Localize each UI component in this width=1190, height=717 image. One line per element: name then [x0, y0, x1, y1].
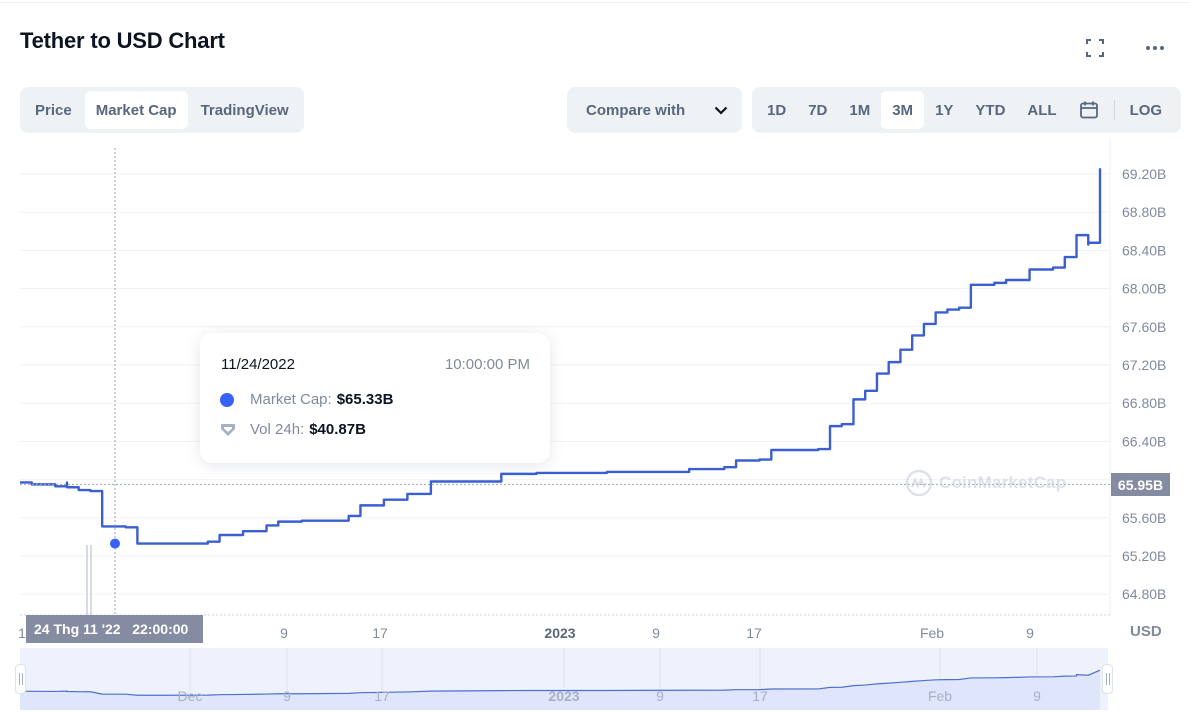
range-3m[interactable]: 3M	[881, 91, 925, 129]
x-tick-label: 1	[18, 625, 26, 641]
navigator-tick-label: 17	[374, 688, 390, 704]
range-1m[interactable]: 1M	[838, 91, 881, 129]
market-cap-dot-icon	[220, 392, 234, 407]
x-tick-label: 17	[372, 625, 388, 641]
tooltip-market-cap-value: $65.33B	[336, 391, 394, 408]
navigator-left-handle[interactable]	[15, 664, 26, 694]
range-1y[interactable]: 1Y	[924, 91, 964, 129]
fullscreen-button[interactable]	[1081, 34, 1109, 62]
time-range-selector: 1D 7D 1M 3M 1Y YTD ALL LOG	[752, 87, 1181, 133]
volume-bar	[86, 545, 88, 615]
chart-type-tabs: Price Market Cap TradingView	[20, 87, 304, 133]
y-tick-label: 69.20B	[1122, 166, 1166, 182]
calendar-icon	[1079, 101, 1098, 119]
date-range-button[interactable]	[1068, 91, 1110, 129]
watermark-text: CoinMarketCap	[939, 473, 1067, 492]
fullscreen-icon	[1086, 39, 1104, 57]
navigator-tick-label: 9	[283, 688, 291, 704]
y-tick-label: 67.20B	[1122, 357, 1166, 373]
y-tick-label: 68.80B	[1122, 204, 1166, 220]
y-tick-label: 64.80B	[1122, 586, 1166, 602]
y-tick-label: 65.20B	[1122, 548, 1166, 564]
coinmarketcap-logo-icon	[905, 469, 933, 497]
tooltip-market-cap-row: Market Cap: $65.33B	[220, 391, 393, 408]
y-tick-label: 67.60B	[1122, 319, 1166, 335]
x-tick-label: Feb	[920, 625, 944, 641]
volume-shield-icon	[221, 423, 235, 436]
navigator-tick-label: 9	[1033, 688, 1041, 704]
highlight-point	[110, 538, 120, 549]
top-divider	[0, 2, 1190, 3]
range-separator	[1113, 100, 1115, 120]
navigator-tick-label: 9	[656, 688, 664, 704]
navigator-tick-label: 2023	[548, 688, 579, 704]
compare-with-label: Compare with	[586, 101, 686, 119]
tooltip-volume-label: Vol 24h:	[250, 421, 305, 438]
compare-with-dropdown[interactable]: Compare with	[567, 87, 742, 133]
more-options-button[interactable]	[1141, 34, 1169, 62]
chart-title: Tether to USD Chart	[20, 28, 225, 53]
y-tick-label: 65.60B	[1122, 510, 1166, 526]
navigator-tick-label: 17	[752, 688, 768, 704]
x-tick-label: 9	[280, 625, 288, 641]
tab-price[interactable]: Price	[24, 91, 83, 129]
x-tick-label: 9	[1026, 625, 1034, 641]
y-tick-label: 68.00B	[1122, 281, 1166, 297]
x-tick-label: 17	[746, 625, 762, 641]
more-horizontal-icon	[1146, 46, 1164, 50]
data-tooltip: 11/24/2022 10:00:00 PM Market Cap: $65.3…	[200, 333, 550, 463]
tooltip-date: 11/24/2022	[221, 356, 295, 373]
crosshair-x-label: 24 Thg 11 '22 22:00:00	[26, 615, 203, 643]
navigator-right-handle[interactable]	[1102, 664, 1113, 694]
y-tick-label: 66.40B	[1122, 433, 1166, 449]
range-7d[interactable]: 7D	[797, 91, 838, 129]
tab-tradingview[interactable]: TradingView	[190, 91, 300, 129]
x-tick-label: 2023	[544, 625, 575, 641]
tooltip-volume-value: $40.87B	[309, 421, 366, 438]
y-tick-label: 66.80B	[1122, 395, 1166, 411]
range-1d[interactable]: 1D	[756, 91, 797, 129]
coinmarketcap-watermark: CoinMarketCap	[905, 469, 1066, 497]
tab-market-cap[interactable]: Market Cap	[84, 91, 188, 129]
y-axis-ticks: 69.20B 68.80B 68.40B 68.00B 67.60B 67.20B 66.8…	[1122, 166, 1166, 602]
range-all[interactable]: ALL	[1016, 91, 1067, 129]
range-ytd[interactable]: YTD	[964, 91, 1016, 129]
log-scale-toggle[interactable]: LOG	[1119, 91, 1174, 129]
crosshair-y-label: 65.95B	[1111, 473, 1170, 496]
volume-bar	[90, 545, 92, 615]
currency-label: USD	[1130, 623, 1162, 640]
tooltip-volume-row: Vol 24h: $40.87B	[220, 421, 366, 438]
navigator-tick-label: Dec	[178, 688, 203, 704]
x-tick-label: 9	[652, 625, 660, 641]
chevron-down-icon	[714, 106, 728, 115]
y-tick-label: 68.40B	[1122, 242, 1166, 258]
navigator-tick-label: Feb	[928, 688, 952, 704]
tooltip-market-cap-label: Market Cap:	[250, 391, 332, 408]
tooltip-time: 10:00:00 PM	[444, 356, 530, 373]
